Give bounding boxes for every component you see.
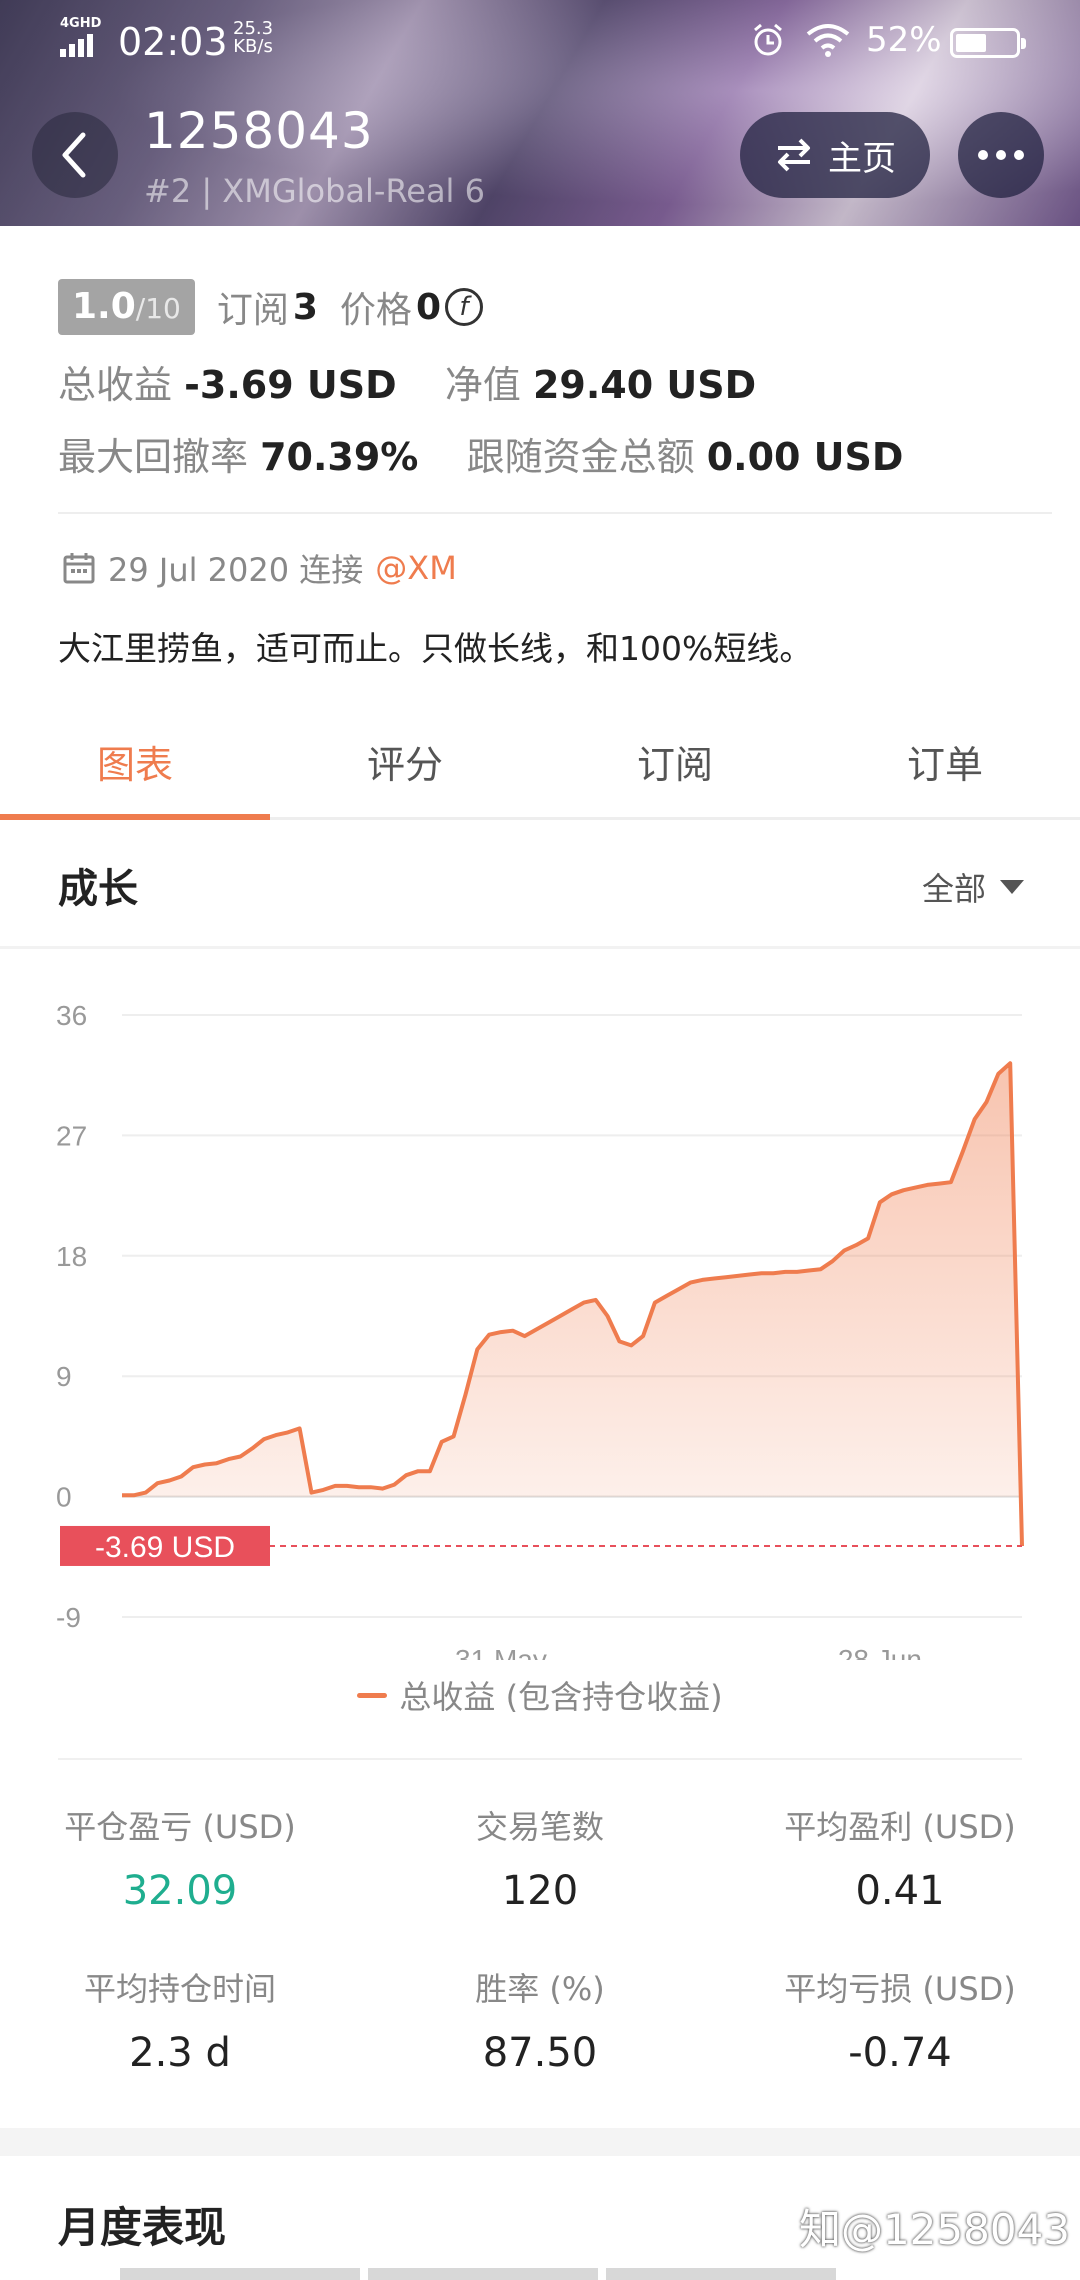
monthly-tab[interactable] — [606, 2268, 836, 2280]
legend-label: 总收益 (包含持仓收益) — [399, 1678, 723, 1716]
calendar-icon — [63, 553, 95, 584]
dot-icon — [996, 150, 1006, 160]
trader-description: 大江里捞鱼，适可而止。只做长线，和100%短线。 — [58, 629, 813, 668]
stat-label: 平均亏损 (USD) — [784, 1970, 1016, 2008]
home-button[interactable]: 主页 — [740, 112, 930, 198]
subscribe-count: 3 — [292, 286, 318, 328]
home-label: 主页 — [828, 138, 896, 179]
stat-label: 平均持仓时间 — [83, 1970, 276, 2008]
equity-label: 净值 — [444, 363, 521, 407]
tab-rating[interactable]: 评分 — [270, 720, 540, 817]
profit-row: 总收益 -3.69 USD 净值 29.40 USD — [58, 354, 756, 409]
back-button[interactable] — [32, 112, 118, 198]
monthly-tab-strip — [120, 2268, 1080, 2280]
stat-closed-pnl: 平仓盈亏 (USD) 32.09 — [0, 1802, 360, 1914]
status-bar: 4GHD 02:03 25.3 KB/s 52% — [0, 0, 1080, 82]
growth-title: 成长 — [58, 866, 138, 912]
rating-row: 1.0 /10 订阅 3 价格 0 f — [58, 278, 483, 336]
equity-value: 29.40 USD — [532, 363, 757, 407]
current-value-label: -3.69 USD — [95, 1531, 235, 1564]
chevron-left-icon — [62, 132, 86, 178]
stat-value: -0.74 — [848, 2030, 952, 2076]
stat-value: 0.41 — [855, 1868, 945, 1914]
score-value: 1.0 — [72, 286, 136, 327]
stat-avg-hold-time: 平均持仓时间 2.3 d — [0, 1964, 360, 2076]
chart-legend: 总收益 (包含持仓收益) — [0, 1672, 1080, 1718]
dot-icon — [1014, 150, 1024, 160]
stat-label: 交易笔数 — [475, 1808, 604, 1846]
monthly-tab[interactable] — [368, 2268, 598, 2280]
y-tick-label: 9 — [56, 1361, 72, 1392]
stat-avg-loss: 平均亏损 (USD) -0.74 — [720, 1964, 1080, 2076]
y-tick-label: 36 — [56, 1000, 87, 1031]
clock: 02:03 — [118, 20, 228, 64]
stat-label: 平仓盈亏 (USD) — [64, 1808, 296, 1846]
monthly-performance-title: 月度表现 — [58, 2203, 227, 2252]
stat-value: 2.3 d — [129, 2030, 231, 2076]
broker-handle-link[interactable]: @XM — [375, 549, 457, 587]
tab-subscribe[interactable]: 订阅 — [540, 720, 810, 817]
tab-bar: 图表 评分 订阅 订单 — [0, 720, 1080, 820]
network-speed: 25.3 KB/s — [233, 20, 273, 56]
y-tick-label: -9 — [56, 1602, 81, 1633]
network-type: 4GHD — [60, 16, 102, 31]
tab-orders[interactable]: 订单 — [810, 720, 1080, 817]
subscribe-label: 订阅 — [216, 290, 289, 331]
stat-value: 87.50 — [482, 2030, 598, 2076]
more-options-button[interactable] — [958, 112, 1044, 198]
wifi-icon — [806, 24, 850, 57]
stat-trade-count: 交易笔数 120 — [360, 1802, 720, 1914]
price-label: 价格 — [339, 290, 412, 331]
profile-header: 4GHD 02:03 25.3 KB/s 52% 1258043 #2 | XM… — [0, 0, 1080, 226]
account-server: #2 | XMGlobal-Real 6 — [144, 172, 485, 210]
legend-swatch — [357, 1692, 388, 1698]
dot-icon — [978, 150, 988, 160]
score-max: /10 — [135, 292, 181, 325]
tab-chart[interactable]: 图表 — [0, 720, 270, 820]
connect-date: 29 Jul 2020 连接 — [108, 551, 364, 589]
x-tick-label: 28 Jun — [838, 1644, 922, 1660]
max-drawdown-value: 70.39% — [260, 435, 419, 479]
connect-date-row: 29 Jul 2020 连接 @XM — [62, 545, 457, 591]
signal-icon: 4GHD — [60, 16, 104, 57]
dropdown-arrow-icon — [1000, 880, 1024, 894]
account-number: 1258043 — [144, 102, 374, 160]
max-drawdown-label: 最大回撤率 — [58, 435, 249, 479]
stat-label: 平均盈利 (USD) — [784, 1808, 1016, 1846]
price-value: 0 — [415, 286, 441, 328]
stat-win-rate: 胜率 (%) 87.50 — [360, 1964, 720, 2076]
range-value: 全部 — [921, 870, 986, 908]
stat-avg-profit: 平均盈利 (USD) 0.41 — [720, 1802, 1080, 1914]
total-profit-label: 总收益 — [58, 363, 173, 407]
coin-icon: f — [445, 288, 483, 326]
speed-unit: KB/s — [233, 36, 273, 57]
switch-arrows-icon — [778, 138, 810, 172]
monthly-tab[interactable] — [120, 2268, 360, 2280]
alarm-icon — [754, 23, 782, 56]
score-badge: 1.0 /10 — [58, 279, 195, 335]
battery-icon — [950, 28, 1026, 58]
follow-funds-label: 跟随资金总额 — [466, 435, 695, 479]
y-tick-label: 0 — [56, 1482, 72, 1513]
watermark: 知@1258043 — [798, 2205, 1070, 2254]
divider — [58, 1758, 1022, 1760]
y-tick-label: 18 — [56, 1241, 87, 1272]
y-tick-label: 27 — [56, 1120, 87, 1151]
total-profit-value: -3.69 USD — [184, 363, 397, 407]
range-dropdown[interactable]: 全部 — [922, 864, 1024, 910]
battery-percent: 52% — [866, 20, 942, 60]
stat-value: 120 — [501, 1868, 579, 1914]
follow-funds-value: 0.00 USD — [706, 435, 904, 479]
stat-value: 32.09 — [122, 1868, 238, 1914]
stat-label: 胜率 (%) — [475, 1970, 605, 2008]
divider — [58, 512, 1052, 514]
drawdown-row: 最大回撤率 70.39% 跟随资金总额 0.00 USD — [58, 426, 903, 481]
section-separator — [0, 2128, 1080, 2156]
x-tick-label: 31 May — [455, 1644, 547, 1660]
divider — [0, 946, 1080, 949]
growth-chart: 36271890-931 May28 Jun06 Jan-3.69 USD — [56, 1000, 1024, 1660]
